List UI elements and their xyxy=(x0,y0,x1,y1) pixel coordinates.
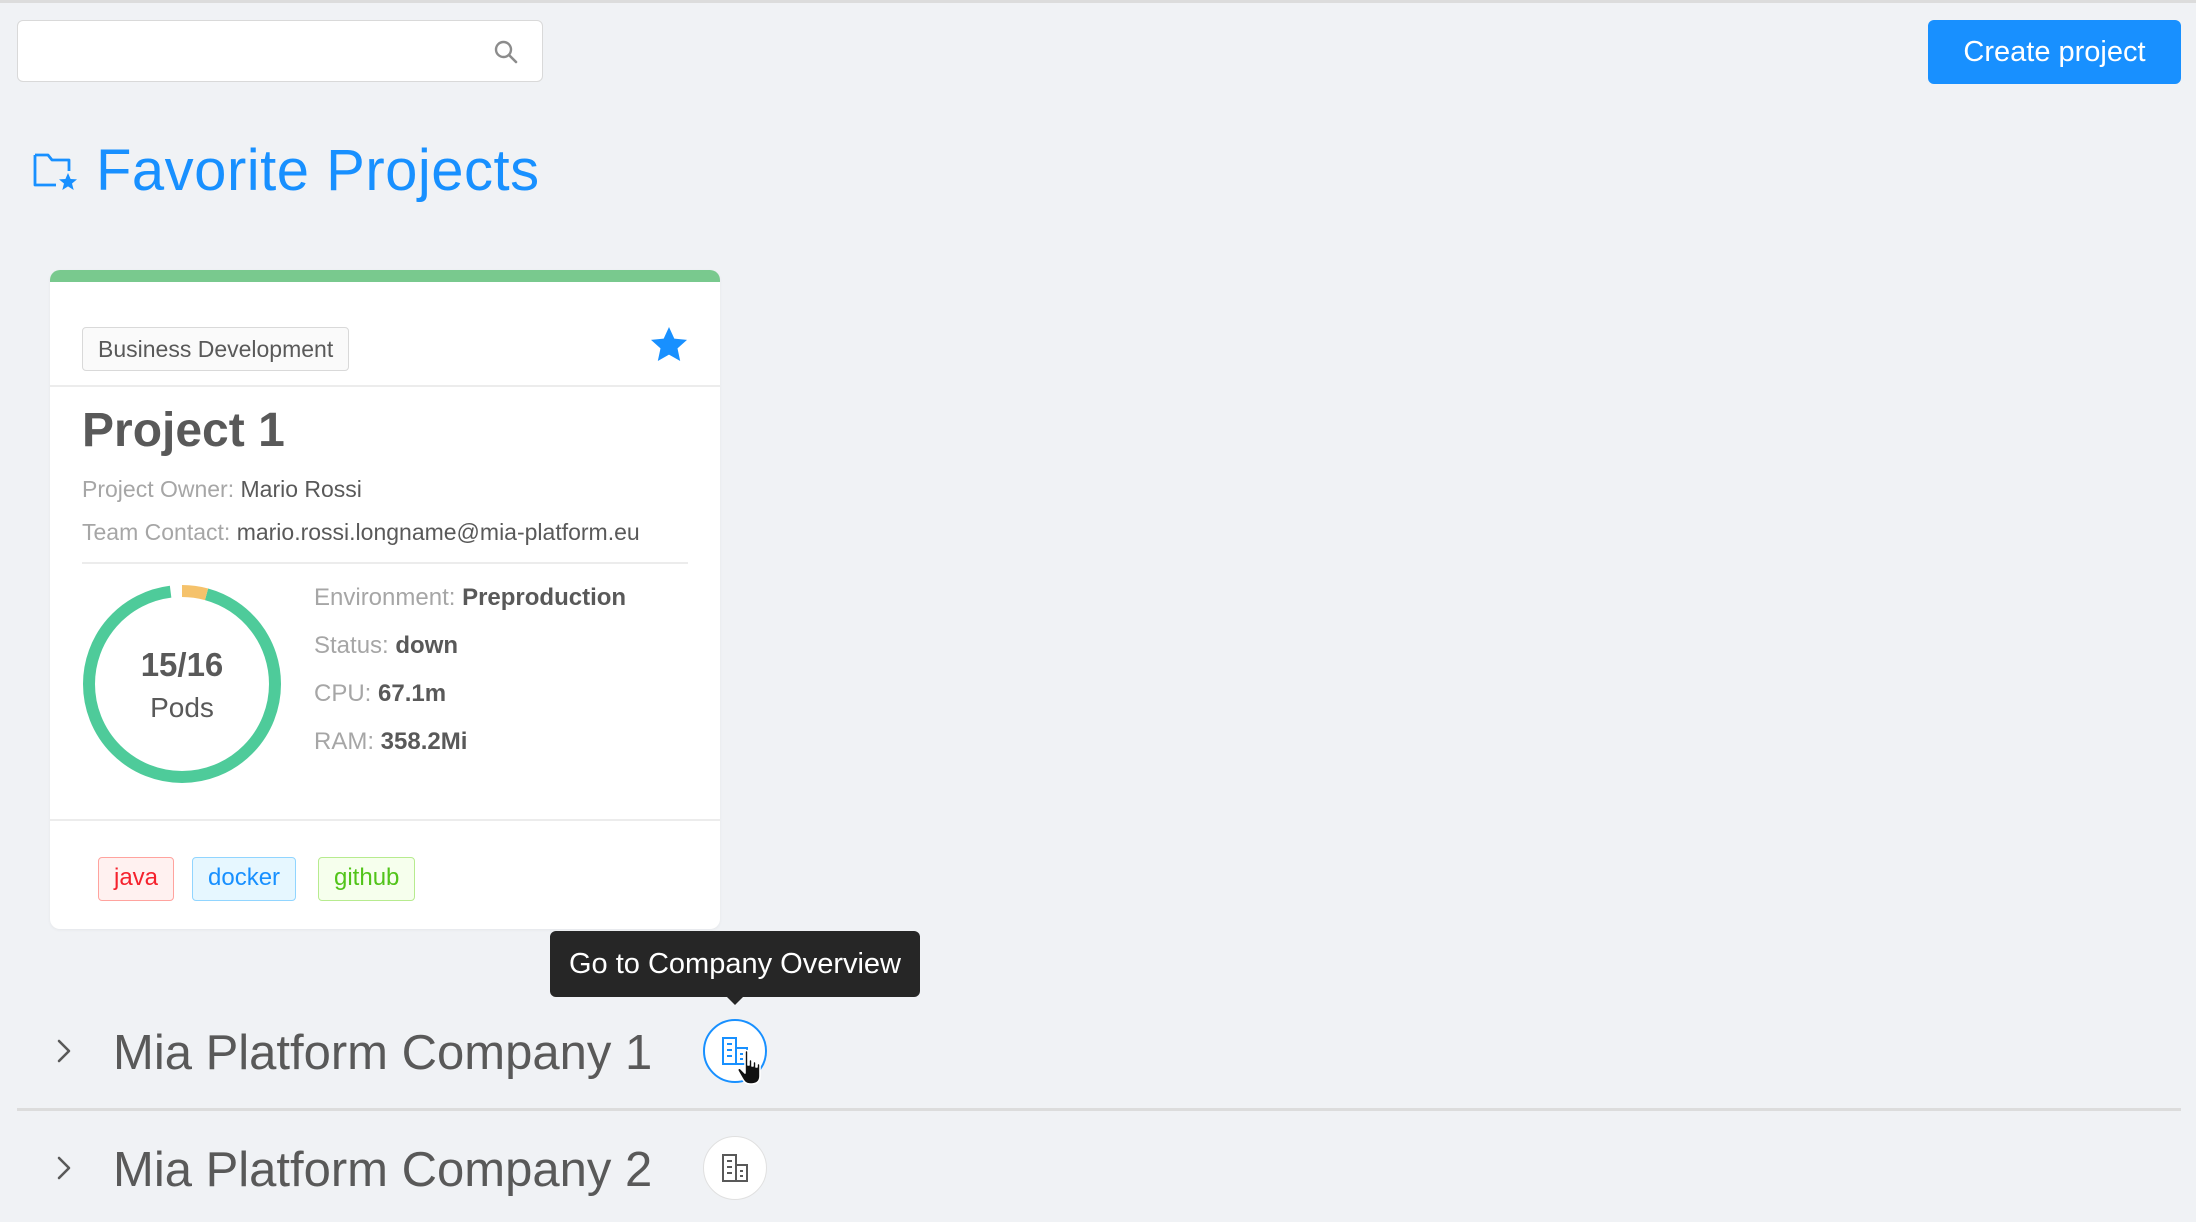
category-tag: Business Development xyxy=(82,327,350,371)
company-row[interactable]: Mia Platform Company 1 xyxy=(17,995,2181,1111)
section-title: Favorite Projects xyxy=(96,137,540,203)
ram-value: 358.2Mi xyxy=(380,728,468,755)
project-card[interactable]: Business Development Project 1 Project O… xyxy=(50,270,720,929)
card-footer: java docker github xyxy=(50,819,720,929)
tag-java: java xyxy=(98,857,175,901)
company-name[interactable]: Mia Platform Company 2 xyxy=(113,1142,652,1198)
building-icon xyxy=(722,1154,748,1182)
tooltip-arrow xyxy=(726,996,744,1005)
project-owner: Project Owner: Mario Rossi xyxy=(82,476,688,503)
hand-cursor-icon xyxy=(736,1049,761,1085)
environment-value: Preproduction xyxy=(462,584,627,611)
contact-value: mario.rossi.longname@mia-platform.eu xyxy=(236,519,640,545)
contact-label: Team Contact: xyxy=(82,519,231,545)
chevron-right-icon[interactable] xyxy=(51,1155,77,1181)
create-project-button[interactable]: Create project xyxy=(1928,20,2181,84)
company-overview-button[interactable] xyxy=(703,1136,767,1200)
tag-docker: docker xyxy=(192,857,297,901)
ram-row: RAM: 358.2Mi xyxy=(314,728,626,756)
favorites-header: Favorite Projects xyxy=(32,136,540,204)
owner-label: Project Owner: xyxy=(82,476,235,502)
company-name[interactable]: Mia Platform Company 1 xyxy=(113,1025,652,1081)
top-border xyxy=(0,0,2196,3)
environment-label: Environment: xyxy=(314,584,456,611)
tag-github: github xyxy=(318,857,416,901)
team-contact: Team Contact: mario.rossi.longname@mia-p… xyxy=(82,519,688,546)
env-info: Environment: Preproduction Status: down … xyxy=(314,584,626,776)
pods-label: 15/16 Pods xyxy=(82,584,282,784)
search-icon[interactable] xyxy=(492,38,520,66)
star-icon[interactable] xyxy=(648,324,690,366)
project-title[interactable]: Project 1 xyxy=(82,403,688,458)
cpu-label: CPU: xyxy=(314,680,372,707)
card-status-bar xyxy=(50,270,720,282)
cpu-row: CPU: 67.1m xyxy=(314,680,626,708)
cpu-value: 67.1m xyxy=(378,680,447,707)
search-box[interactable] xyxy=(17,20,543,82)
card-header: Business Development xyxy=(50,282,720,387)
pods-unit: Pods xyxy=(150,692,214,723)
environment-row: Environment: Preproduction xyxy=(314,584,626,612)
tooltip: Go to Company Overview xyxy=(550,931,920,997)
status-row: Status: down xyxy=(314,632,626,660)
card-body: Project 1 Project Owner: Mario Rossi Tea… xyxy=(50,387,720,814)
pods-count: 15/16 xyxy=(140,646,224,683)
company-row[interactable]: Mia Platform Company 2 xyxy=(17,1111,2181,1222)
ram-label: RAM: xyxy=(314,728,374,755)
folder-star-icon xyxy=(33,153,77,190)
status-value: down xyxy=(395,632,459,659)
search-input[interactable] xyxy=(18,21,478,81)
status-label: Status: xyxy=(314,632,389,659)
environment-stats: 15/16 Pods Environment: Preproduction St… xyxy=(82,564,688,814)
owner-value: Mario Rossi xyxy=(240,476,362,502)
chevron-right-icon[interactable] xyxy=(51,1038,77,1064)
